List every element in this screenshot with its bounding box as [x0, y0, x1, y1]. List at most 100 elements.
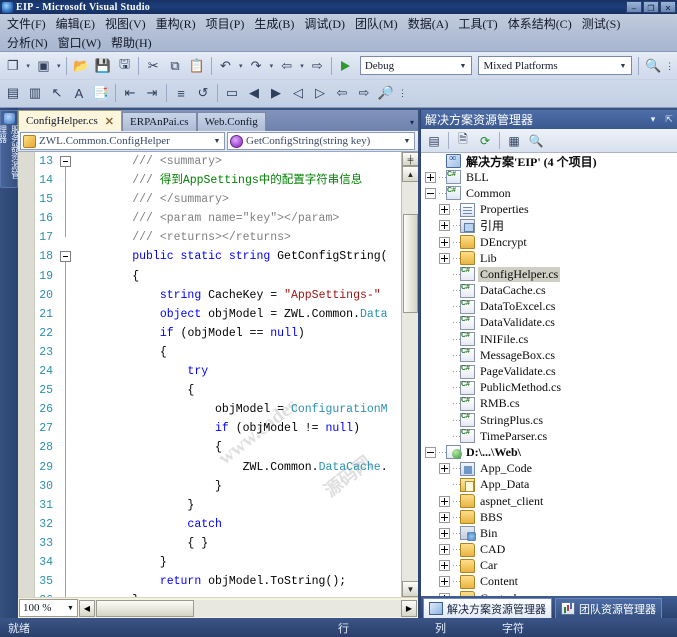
- document-tab-2[interactable]: Web.Config: [196, 112, 266, 131]
- document-tab-0[interactable]: ConfigHelper.cs ✕: [18, 110, 123, 131]
- tree-node[interactable]: ⋯ aspnet_client: [421, 493, 677, 509]
- expand-icon[interactable]: [439, 576, 450, 588]
- fold-margin[interactable]: [57, 438, 73, 458]
- solution-configuration-combo[interactable]: Debug ▼: [359, 56, 473, 75]
- copy-icon[interactable]: ⧉: [164, 55, 186, 77]
- toolbar-overflow-icon[interactable]: ⋮: [397, 88, 408, 98]
- code-line[interactable]: 27 if (objModel != null): [35, 419, 401, 439]
- code-line[interactable]: 28 {: [35, 438, 401, 458]
- code-line[interactable]: 29 ZWL.Common.DataCache.: [35, 457, 401, 477]
- code-line[interactable]: 35 return objModel.ToString();: [35, 572, 401, 592]
- nav-search-icon[interactable]: 🔎: [375, 82, 397, 104]
- tree-node[interactable]: ⋯ Car: [421, 558, 677, 574]
- menu-item-7[interactable]: 团队(M): [350, 15, 403, 34]
- code-line[interactable]: 15 /// </summary>: [35, 190, 401, 210]
- tree-node[interactable]: ⋯ App_Data: [421, 477, 677, 493]
- tree-node[interactable]: ⋯ Lib: [421, 250, 677, 266]
- find-in-files-icon[interactable]: 🔍: [642, 55, 664, 77]
- start-debug-button[interactable]: [335, 55, 357, 77]
- editor-vertical-scrollbar[interactable]: ╪ ▲ ▼: [401, 152, 418, 597]
- uncomment-block-icon[interactable]: ▥: [24, 82, 46, 104]
- fold-margin[interactable]: [57, 381, 73, 401]
- panel-tab-1[interactable]: 团队资源管理器: [555, 598, 662, 618]
- fold-margin[interactable]: [57, 209, 73, 229]
- tree-node[interactable]: ⋯ App_Code: [421, 461, 677, 477]
- fold-margin[interactable]: [57, 419, 73, 439]
- undo-dropdown-icon[interactable]: ▾: [236, 55, 245, 77]
- menu-item-13[interactable]: 窗口(W): [53, 34, 106, 53]
- expand-icon[interactable]: [439, 236, 450, 248]
- nav-back-icon[interactable]: ⇦: [331, 82, 353, 104]
- code-line[interactable]: 21 object objModel = ZWL.Common.Data: [35, 304, 401, 324]
- font-size-icon[interactable]: A: [68, 82, 90, 104]
- tree-node[interactable]: ⋯ MessageBox.cs: [421, 347, 677, 363]
- code-line[interactable]: 14 /// 得到AppSettings中的配置字符串信息: [35, 171, 401, 191]
- tree-node[interactable]: ⋯ PublicMethod.cs: [421, 380, 677, 396]
- tree-node[interactable]: ⋯ StringPlus.cs: [421, 412, 677, 428]
- fold-margin[interactable]: [57, 457, 73, 477]
- fold-margin[interactable]: [57, 171, 73, 191]
- pointer-icon[interactable]: ↖: [46, 82, 68, 104]
- fold-margin[interactable]: [57, 362, 73, 382]
- editor-horizontal-scrollbar[interactable]: ◀ ▶: [79, 599, 417, 617]
- tree-node[interactable]: ⋯ BLL: [421, 169, 677, 185]
- indicator-margin[interactable]: [18, 152, 35, 597]
- fold-margin[interactable]: [57, 152, 73, 172]
- menu-item-1[interactable]: 编辑(E): [51, 15, 100, 34]
- menu-item-4[interactable]: 项目(P): [201, 15, 250, 34]
- expand-icon[interactable]: [439, 527, 450, 539]
- tree-node[interactable]: ⋯ CAD: [421, 542, 677, 558]
- tree-node[interactable]: ⋯ PageValidate.cs: [421, 363, 677, 379]
- fold-margin[interactable]: [57, 514, 73, 534]
- expand-icon[interactable]: [439, 220, 450, 232]
- navigate-backward-icon[interactable]: ⇦: [276, 55, 298, 77]
- new-project-dropdown-icon[interactable]: ▾: [24, 55, 33, 77]
- scroll-left-button[interactable]: ◀: [79, 599, 95, 617]
- tree-node[interactable]: ⋯ INIFile.cs: [421, 331, 677, 347]
- paste-icon[interactable]: 📋: [186, 55, 208, 77]
- view-designer-icon[interactable]: 🔍: [525, 130, 547, 151]
- tree-node[interactable]: ⋯ 引用: [421, 218, 677, 234]
- expand-icon[interactable]: [439, 463, 450, 475]
- open-file-icon[interactable]: 📂: [70, 55, 92, 77]
- fold-margin[interactable]: [57, 285, 73, 305]
- tab-list-dropdown-icon[interactable]: ▾: [410, 118, 414, 127]
- code-editor[interactable]: www.codes 源码网 13 /// <summary> 14 /// 得到A…: [18, 152, 418, 597]
- redo-dropdown-icon[interactable]: ▾: [267, 55, 276, 77]
- expand-icon[interactable]: [439, 204, 450, 216]
- menu-item-11[interactable]: 测试(S): [577, 15, 626, 34]
- code-line[interactable]: 23 {: [35, 342, 401, 363]
- collapse-icon[interactable]: [60, 156, 71, 167]
- indent-icon[interactable]: ▷: [309, 82, 331, 104]
- code-line[interactable]: 13 /// <summary>: [35, 152, 401, 172]
- tree-node[interactable]: ⋯ Bin: [421, 525, 677, 542]
- horizontal-scroll-thumb[interactable]: [96, 599, 194, 617]
- code-line[interactable]: 34 }: [35, 552, 401, 573]
- tree-node[interactable]: ⋯ RMB.cs: [421, 396, 677, 412]
- close-icon[interactable]: ✕: [105, 115, 114, 128]
- tree-node[interactable]: ⋯ Common: [421, 185, 677, 201]
- collapse-icon[interactable]: [425, 446, 436, 458]
- comment-right-icon[interactable]: ▶: [265, 82, 287, 104]
- scroll-down-button[interactable]: ▼: [402, 581, 418, 597]
- fold-margin[interactable]: [57, 572, 73, 592]
- tree-node[interactable]: ⋯ DataCache.cs: [421, 283, 677, 299]
- code-line[interactable]: 20 string CacheKey = "AppSettings-": [35, 285, 401, 305]
- fold-margin[interactable]: [57, 266, 73, 286]
- menu-item-6[interactable]: 调试(D): [299, 15, 350, 34]
- properties-icon[interactable]: ▤: [423, 130, 445, 151]
- collapse-icon[interactable]: [425, 187, 436, 199]
- expand-icon[interactable]: [439, 560, 450, 572]
- new-item-icon[interactable]: ▣: [33, 55, 55, 77]
- code-line[interactable]: 33 { }: [35, 533, 401, 553]
- fold-margin[interactable]: [57, 495, 73, 515]
- tree-node[interactable]: ⋯ D:\...\Web\: [421, 444, 677, 460]
- scroll-right-button[interactable]: ▶: [401, 599, 417, 617]
- code-line[interactable]: 22 if (objModel == null): [35, 323, 401, 343]
- tree-node[interactable]: ⋯ ConfigHelper.cs: [421, 266, 677, 282]
- expand-icon[interactable]: [439, 495, 450, 507]
- redo-icon[interactable]: ↷: [245, 55, 267, 77]
- code-line[interactable]: 32 catch: [35, 514, 401, 534]
- menu-item-3[interactable]: 重构(R): [151, 15, 201, 34]
- fold-margin[interactable]: [57, 552, 73, 573]
